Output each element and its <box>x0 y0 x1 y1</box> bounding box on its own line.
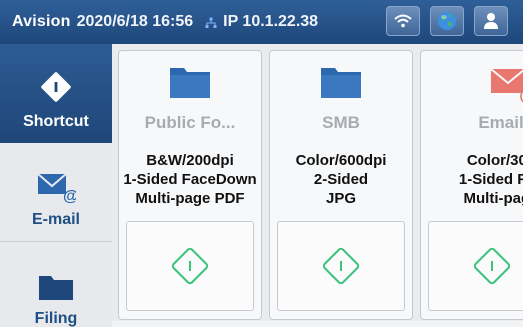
sidebar-item-filing[interactable]: Filing <box>0 242 112 327</box>
file-format: Multi-page <box>463 190 523 207</box>
color-resolution: B&W/200dpi <box>146 152 234 169</box>
svg-text:@: @ <box>63 188 76 203</box>
globe-button[interactable] <box>430 6 464 36</box>
user-button[interactable] <box>474 6 508 36</box>
ip-address: IP 10.1.22.38 <box>223 13 319 30</box>
destination-name: Public Fo... <box>144 113 236 132</box>
file-format: Multi-page PDF <box>135 190 245 207</box>
start-scan-button[interactable] <box>428 221 523 311</box>
shortcut-panel: Public Fo... B&W/200dpi 1-Sided FaceDown… <box>112 44 523 327</box>
start-scan-button[interactable] <box>277 221 405 311</box>
shortcut-card[interactable]: SMB Color/600dpi 2-Sided JPG <box>269 50 413 320</box>
user-icon <box>484 13 498 29</box>
scan-settings: B&W/200dpi 1-Sided FaceDown Multi-page P… <box>119 151 261 208</box>
sided-mode: 1-Sided Fac <box>458 171 523 188</box>
brand-name: Avision <box>12 13 71 30</box>
start-diamond-icon <box>473 247 511 285</box>
wifi-button[interactable] <box>386 6 420 36</box>
start-diamond-icon <box>171 247 209 285</box>
globe-icon <box>438 12 456 30</box>
sidebar-item-label: Shortcut <box>23 113 89 130</box>
scan-settings: Color/600dpi 2-Sided JPG <box>270 151 412 208</box>
scan-settings: Color/300 1-Sided Fac Multi-page <box>439 151 523 208</box>
status-bar: Avision 2020/6/18 16:56 IP 10.1.22.38 <box>0 0 523 44</box>
svg-text:@: @ <box>519 84 523 103</box>
date-time: 2020/6/18 16:56 <box>76 13 194 30</box>
sidebar-item-label: E-mail <box>31 211 80 228</box>
folder-icon <box>170 68 210 98</box>
shortcut-card[interactable]: Public Fo... B&W/200dpi 1-Sided FaceDown… <box>118 50 262 320</box>
sided-mode: 1-Sided FaceDown <box>123 171 257 188</box>
start-diamond-icon <box>322 247 360 285</box>
destination-name: SMB <box>322 113 360 132</box>
bottom-strip <box>112 321 523 327</box>
destination-name: Email <box>478 113 523 132</box>
sidebar-item-label: Filing <box>34 310 78 327</box>
color-resolution: Color/300 <box>466 152 523 169</box>
sided-mode: 2-Sided <box>313 171 369 188</box>
sidebar: Shortcut @ E-mail Filing <box>0 44 112 327</box>
folder-icon <box>39 276 73 300</box>
folder-icon <box>321 68 361 98</box>
email-icon: @ <box>37 173 76 203</box>
wifi-icon <box>394 14 412 28</box>
start-scan-button[interactable] <box>126 221 254 311</box>
shortcut-card[interactable]: @ Email Color/300 1-Sided Fac Multi-page <box>420 50 523 320</box>
shortcut-diamond-icon <box>41 72 71 102</box>
file-format: JPG <box>325 190 356 207</box>
email-icon: @ <box>490 68 523 103</box>
sidebar-item-email[interactable]: @ E-mail <box>0 143 112 242</box>
sidebar-item-shortcut[interactable]: Shortcut <box>0 44 112 143</box>
network-icon <box>205 16 217 28</box>
color-resolution: Color/600dpi <box>295 152 387 169</box>
